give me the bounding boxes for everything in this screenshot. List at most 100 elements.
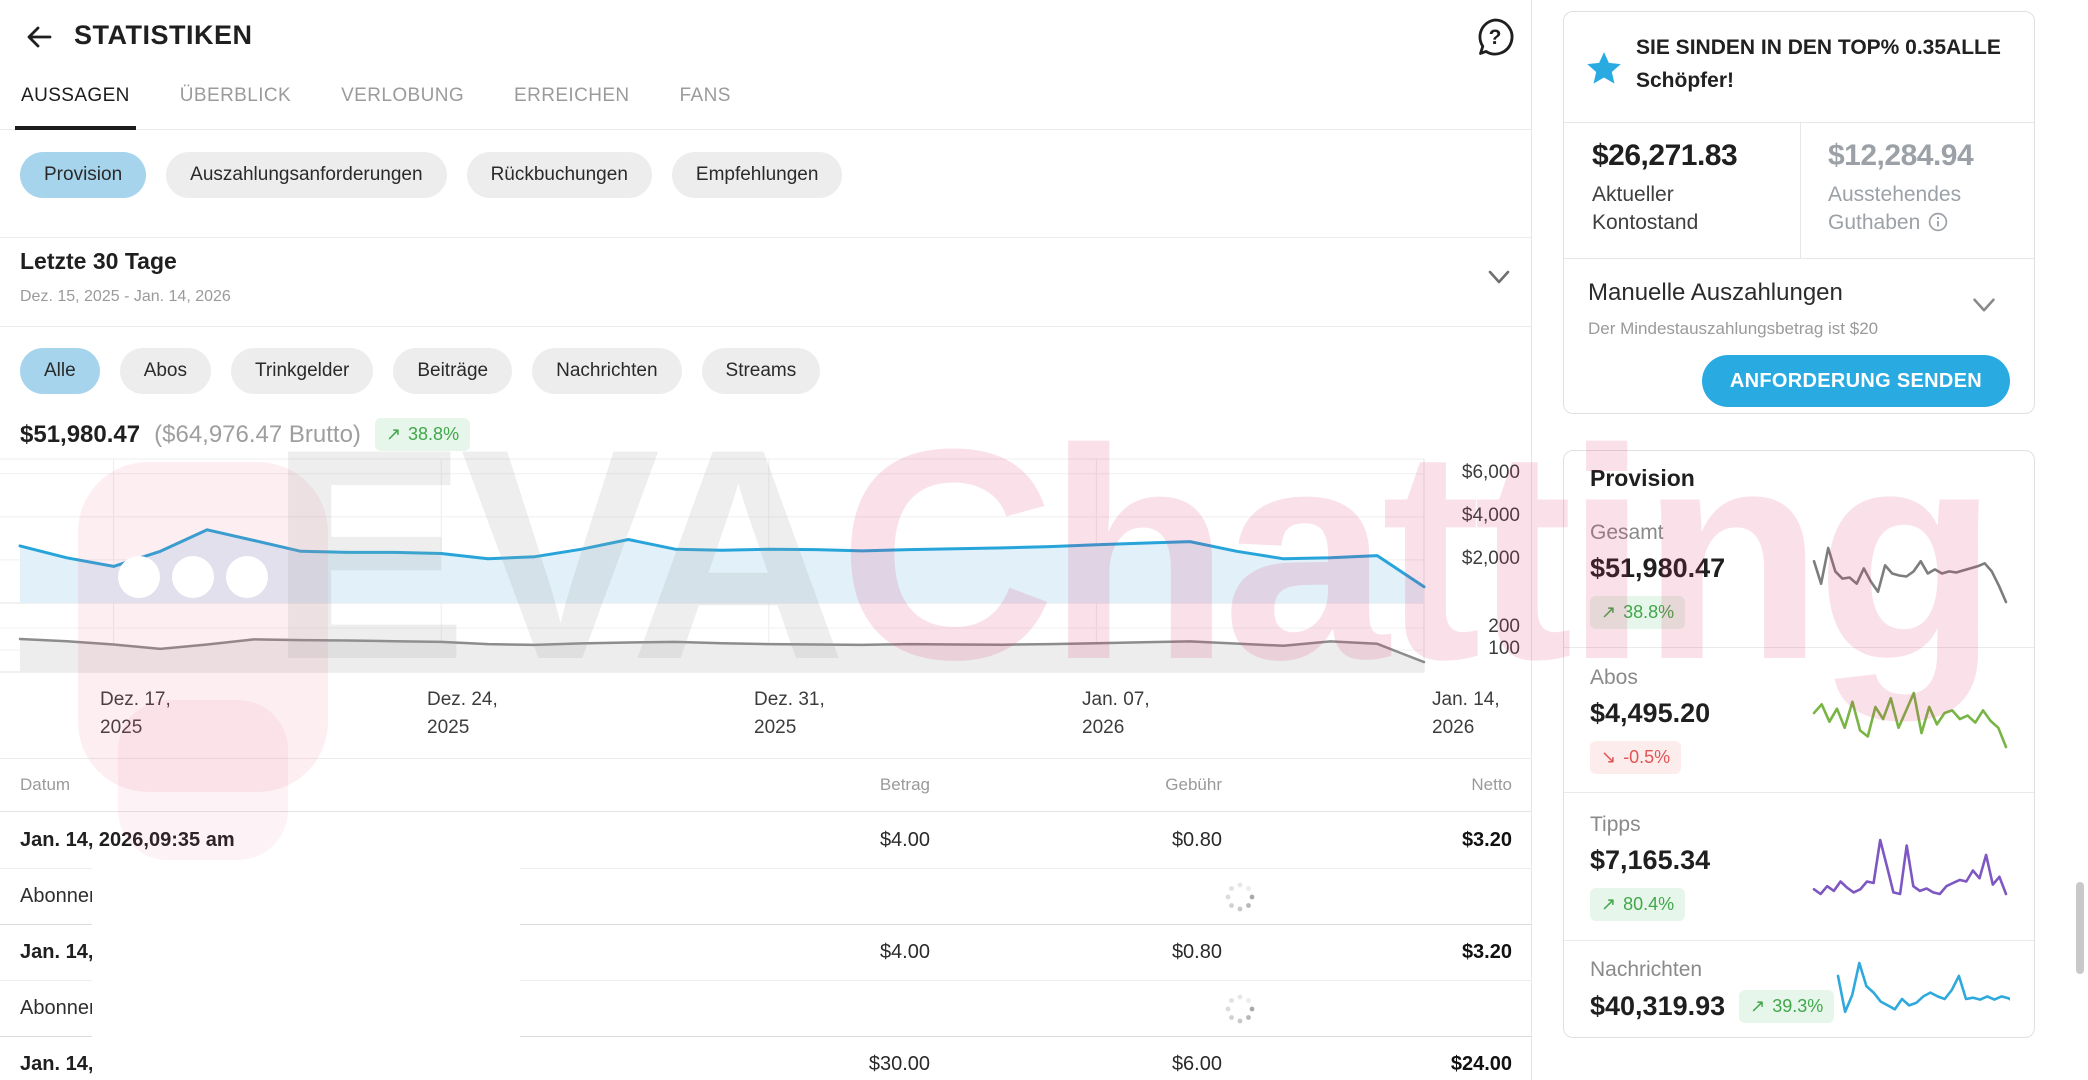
- svg-text:?: ?: [1489, 26, 1502, 49]
- table-header: Datum Betrag Gebühr Netto: [0, 758, 1532, 812]
- change-value: 39.3%: [1772, 996, 1823, 1017]
- provision-card: Provision Gesamt$51,980.47↗38.8%Abos$4,4…: [1563, 450, 2035, 1038]
- change-value: 38.8%: [1623, 602, 1674, 623]
- line-chart-canvas: [0, 458, 1532, 674]
- change-value: -0.5%: [1623, 747, 1670, 768]
- info-icon[interactable]: [1928, 212, 1948, 232]
- category-chip-trinkgelder[interactable]: Trinkgelder: [231, 348, 373, 394]
- column-datum: Datum: [20, 775, 638, 795]
- sparkline-nachrichten: [1834, 958, 2010, 1022]
- x-axis-tick: Jan. 07, 2026: [1082, 686, 1150, 741]
- main-content: STATISTIKEN ? AUSSAGEN ÜBERBLICK VERLOBUNG…: [0, 0, 1532, 1080]
- statistics-page: STATISTIKEN ? AUSSAGEN ÜBERBLICK VERLOBUNG…: [0, 0, 2088, 1080]
- y-axis-tick: $2,000: [1425, 548, 1520, 570]
- pending-balance-label: Ausstehendes Guthaben: [1828, 181, 2028, 238]
- category-chip-abos[interactable]: Abos: [120, 348, 211, 394]
- sparkline-tipps: [1810, 835, 2010, 899]
- payout-subtitle: Der Mindestauszahlungsbetrag ist $20: [1588, 319, 1878, 339]
- provision-item-nachrichten: Nachrichten$40,319.93↗39.3%: [1564, 941, 2034, 1039]
- tab-aussagen[interactable]: AUSSAGEN: [19, 85, 132, 129]
- change-value: 80.4%: [1623, 894, 1674, 915]
- divider: [0, 237, 1531, 238]
- stat-amount: $7,165.34: [1590, 845, 1710, 876]
- cell-betrag: $4.00: [638, 941, 930, 964]
- period-title: Letzte 30 Tage: [20, 248, 177, 275]
- change-badge: ↗ 38.8%: [375, 418, 470, 451]
- column-netto: Netto: [1222, 775, 1512, 795]
- category-chip-streams[interactable]: Streams: [702, 348, 821, 394]
- cell-gebuehr: $6.00: [930, 1053, 1222, 1076]
- column-gebuehr: Gebühr: [930, 775, 1222, 795]
- cell-netto: $3.20: [1222, 829, 1512, 852]
- chevron-down-icon: [1480, 258, 1518, 296]
- cell-gebuehr: $0.80: [930, 941, 1222, 964]
- provision-card-title: Provision: [1590, 465, 1695, 492]
- divider: [1800, 123, 1801, 258]
- redaction-overlay: [92, 866, 520, 1080]
- change-badge: ↗ 39.3%: [1739, 990, 1834, 1023]
- arrow-left-icon: [22, 20, 56, 54]
- manual-payout-section: Manuelle Auszahlungen Der Mindestauszahl…: [1564, 259, 2034, 413]
- tab-verlobung[interactable]: VERLOBUNG: [339, 85, 466, 129]
- filter-chip-auszahlungsanforderungen[interactable]: Auszahlungsanforderungen: [166, 152, 446, 198]
- divider: [0, 326, 1531, 327]
- filter-chip-empfehlungen[interactable]: Empfehlungen: [672, 152, 843, 198]
- x-axis-tick: Dez. 24, 2025: [427, 686, 498, 741]
- change-badge: ↗38.8%: [1590, 596, 1685, 629]
- current-balance-amount: $26,271.83: [1592, 139, 1792, 173]
- top-creator-banner: SIE SINDEN IN DEN TOP% 0.35ALLE Schöpfer…: [1564, 12, 2034, 123]
- trend-up-icon: ↗: [386, 424, 401, 445]
- vertical-scrollbar[interactable]: [2076, 882, 2084, 974]
- tab-fans[interactable]: FANS: [678, 85, 733, 129]
- tab-berblick[interactable]: ÜBERBLICK: [178, 85, 293, 129]
- x-axis-tick: Dez. 31, 2025: [754, 686, 825, 741]
- category-chip-row: Alle Abos Trinkgelder Beiträge Nachrichten St…: [0, 348, 820, 394]
- gross-total: ($64,976.47 Brutto): [154, 421, 361, 449]
- category-chip-beitr-ge[interactable]: Beiträge: [393, 348, 512, 394]
- y-axis-tick: $6,000: [1425, 462, 1520, 484]
- sparkline-abos: [1810, 688, 2010, 752]
- x-axis-tick: Jan. 14, 2026: [1432, 686, 1500, 741]
- payout-expand-button[interactable]: [1964, 285, 2004, 325]
- tab-bar: AUSSAGEN ÜBERBLICK VERLOBUNG ERREICHEN FANS: [0, 64, 1531, 130]
- chevron-down-icon: [1964, 285, 2004, 325]
- earnings-summary: $51,980.47 ($64,976.47 Brutto) ↗ 38.8%: [20, 418, 470, 451]
- cell-gebuehr: $0.80: [930, 829, 1222, 852]
- cell-netto: $24.00: [1222, 1053, 1512, 1076]
- trend-up-icon: ↗: [1601, 894, 1616, 915]
- current-balance: $26,271.83 Aktueller Kontostand: [1592, 139, 1792, 238]
- category-chip-nachrichten[interactable]: Nachrichten: [532, 348, 681, 394]
- x-axis-tick: Dez. 17, 2025: [100, 686, 171, 741]
- page-title: STATISTIKEN: [74, 20, 253, 51]
- category-chip-alle[interactable]: Alle: [20, 348, 100, 394]
- stat-amount: $40,319.93: [1590, 991, 1725, 1022]
- net-total: $51,980.47: [20, 421, 140, 449]
- provision-stats-list: Gesamt$51,980.47↗38.8%Abos$4,495.20↘-0.5…: [1564, 503, 2034, 1037]
- filter-chip-r-ckbuchungen[interactable]: Rückbuchungen: [467, 152, 652, 198]
- help-button[interactable]: ?: [1472, 14, 1518, 60]
- top-creator-text: SIE SINDEN IN DEN TOP% 0.35ALLE Schöpfer…: [1636, 32, 2020, 97]
- y-axis-tick: 100: [1425, 638, 1520, 660]
- pending-balance: $12,284.94 Ausstehendes Guthaben: [1828, 139, 2028, 238]
- send-request-button[interactable]: ANFORDERUNG SENDEN: [1702, 355, 2010, 407]
- trend-down-icon: ↘: [1601, 747, 1616, 768]
- pending-balance-amount: $12,284.94: [1828, 139, 2028, 173]
- provision-item-gesamt: Gesamt$51,980.47↗38.8%: [1564, 503, 2034, 648]
- y-axis-tick: 200: [1425, 616, 1520, 638]
- filter-chip-provision[interactable]: Provision: [20, 152, 146, 198]
- payout-title: Manuelle Auszahlungen: [1588, 279, 1843, 307]
- balance-card: SIE SINDEN IN DEN TOP% 0.35ALLE Schöpfer…: [1563, 11, 2035, 414]
- column-betrag: Betrag: [638, 775, 930, 795]
- cell-betrag: $4.00: [638, 829, 930, 852]
- table-row-transaction[interactable]: Jan. 14, 2026,09:35 am$4.00$0.80$3.20: [0, 813, 1532, 869]
- cell-datum: Jan. 14, 2026,09:35 am: [20, 829, 638, 852]
- period-range: Dez. 15, 2025 - Jan. 14, 2026: [20, 288, 231, 306]
- back-button[interactable]: [22, 20, 56, 54]
- period-expand-button[interactable]: [1480, 258, 1518, 296]
- sidebar: SIE SINDEN IN DEN TOP% 0.35ALLE Schöpfer…: [1556, 0, 2088, 1080]
- current-balance-label: Aktueller Kontostand: [1592, 181, 1792, 238]
- trend-up-icon: ↗: [1750, 996, 1765, 1017]
- provision-item-tipps: Tipps$7,165.34↗80.4%: [1564, 793, 2034, 941]
- tab-erreichen[interactable]: ERREICHEN: [512, 85, 632, 129]
- stat-amount: $51,980.47: [1590, 553, 1725, 584]
